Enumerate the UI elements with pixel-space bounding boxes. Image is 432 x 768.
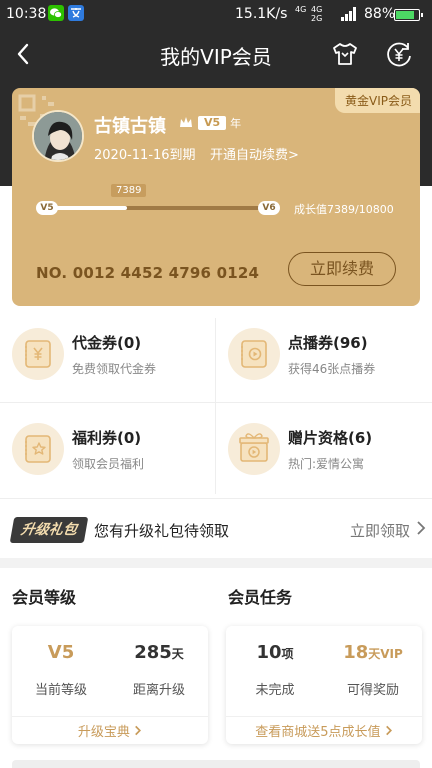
- vip-card: 黄金VIP会员 古镇古镇 V5 年 2020-11-16到期 开通自动续费> V…: [12, 88, 420, 306]
- coupon-subtitle: 热门:爱情公寓: [288, 457, 365, 471]
- coupon-gift-film[interactable]: 赠片资格(6) 热门:爱情公寓: [216, 405, 432, 500]
- top-nav-bar: 我的VIP会员: [0, 30, 432, 78]
- growth-progress-fill: [48, 206, 127, 210]
- coupon-divider-middle: [0, 402, 432, 403]
- reward-label: 可得奖励: [346, 683, 399, 698]
- signal-bars-icon: [341, 7, 356, 21]
- reward-stat: 18天VIP 可得奖励: [324, 642, 422, 698]
- growth-progress-bar: [48, 206, 274, 210]
- vip-level-tag: V5 年: [178, 114, 241, 132]
- voucher-yen-icon: [12, 328, 64, 380]
- chevron-right-icon: [135, 725, 142, 736]
- upgrade-gift-text: 您有升级礼包待领取: [94, 522, 230, 540]
- renew-button[interactable]: 立即续费: [288, 252, 396, 286]
- days-to-upgrade-value: 285: [134, 642, 172, 663]
- status-time: 10:38: [6, 6, 47, 22]
- coupon-subtitle: 获得46张点播券: [288, 362, 376, 376]
- member-task-title: 会员任务: [228, 588, 293, 607]
- auto-renew-link[interactable]: 开通自动续费>: [210, 144, 299, 163]
- tshirt-icon[interactable]: [330, 39, 360, 69]
- member-level-panel: V5 当前等级 285天 距离升级 升级宝典: [12, 626, 208, 744]
- upgrade-guide-link[interactable]: 升级宝典: [12, 721, 208, 740]
- current-level-value: V5: [47, 642, 75, 663]
- claim-now-link[interactable]: 立即领取: [350, 520, 410, 541]
- progress-level-from: V5: [36, 201, 58, 215]
- network-speed: 15.1K/s: [235, 6, 288, 22]
- coupon-grid: 代金券(0) 免费领取代金券 点播券(96) 获得46张点播券 福利券(0) 领…: [0, 310, 432, 500]
- avatar[interactable]: [32, 110, 84, 162]
- growth-current-bubble: 7389: [111, 184, 147, 197]
- chevron-right-icon: [385, 725, 392, 736]
- tasks-unit: 项: [281, 647, 294, 661]
- upgrade-gift-row[interactable]: 升级礼包 您有升级礼包待领取 立即领取: [0, 500, 432, 558]
- coupon-divider-vertical: [215, 318, 216, 494]
- upgrade-gift-badge: 升级礼包: [9, 517, 89, 543]
- days-to-upgrade-label: 距离升级: [132, 683, 185, 698]
- unfinished-tasks-value: 10: [256, 642, 282, 663]
- sim1-signal-label: 4G: [295, 5, 307, 14]
- next-panel-edge: [12, 760, 420, 768]
- status-bar: 10:38 15.1K/s 4G 4G 2G 88%: [0, 0, 432, 30]
- vip-level-value: V5: [198, 116, 227, 130]
- current-level-label: 当前等级: [34, 683, 87, 698]
- wechat-icon: [48, 5, 64, 21]
- battery-percent: 88%: [364, 6, 396, 22]
- page-title: 我的VIP会员: [160, 45, 272, 69]
- card-number: NO. 0012 4452 4796 0124: [36, 264, 260, 282]
- reward-value: 18: [343, 642, 369, 663]
- growth-value: 成长值7389/10800: [294, 203, 394, 216]
- coupon-subtitle: 领取会员福利: [72, 457, 145, 471]
- sim2-signal-label: 4G 2G: [311, 5, 323, 23]
- gift-film-icon: [228, 423, 280, 475]
- unfinished-tasks-label: 未完成: [255, 683, 295, 698]
- coupon-voucher[interactable]: 代金券(0) 免费领取代金券: [0, 310, 216, 405]
- reward-unit: 天VIP: [368, 647, 403, 661]
- coupon-divider-bottom: [0, 498, 432, 499]
- mall-growth-label: 查看商城送5点成长值: [255, 725, 381, 740]
- progress-level-to: V6: [258, 201, 280, 215]
- days-unit: 天: [171, 647, 184, 661]
- star-ticket-icon: [12, 423, 64, 475]
- chevron-right-icon: [417, 521, 426, 535]
- coupon-title: 赠片资格(6): [288, 429, 373, 447]
- battery-icon: [394, 9, 423, 21]
- translate-icon: [68, 5, 84, 21]
- member-level-title: 会员等级: [12, 588, 77, 607]
- coupon-title: 代金券(0): [72, 334, 142, 352]
- member-task-panel: 10项 未完成 18天VIP 可得奖励 查看商城送5点成长值: [226, 626, 422, 744]
- unfinished-tasks-stat: 10项 未完成: [226, 642, 324, 698]
- mall-growth-link[interactable]: 查看商城送5点成长值: [226, 721, 422, 740]
- coupon-subtitle: 免费领取代金券: [72, 362, 157, 376]
- coupon-welfare[interactable]: 福利券(0) 领取会员福利: [0, 405, 216, 500]
- crown-icon: [180, 117, 192, 127]
- username: 古镇古镇: [94, 116, 166, 137]
- current-level-stat: V5 当前等级: [12, 642, 110, 698]
- coupon-play-ticket[interactable]: 点播券(96) 获得46张点播券: [216, 310, 432, 405]
- years-label: 年: [230, 117, 242, 130]
- coupon-title: 福利券(0): [72, 429, 142, 447]
- section-gap: [0, 558, 432, 568]
- currency-exchange-icon[interactable]: [384, 39, 414, 69]
- coupon-title: 点播券(96): [288, 334, 368, 352]
- membership-tier-badge: 黄金VIP会员: [335, 88, 420, 113]
- expiry-date: 2020-11-16到期: [94, 148, 196, 163]
- days-to-upgrade-stat: 285天 距离升级: [110, 642, 208, 698]
- play-ticket-icon: [228, 328, 280, 380]
- upgrade-guide-label: 升级宝典: [77, 725, 130, 740]
- panel-divider: [226, 716, 422, 717]
- panel-divider: [12, 716, 208, 717]
